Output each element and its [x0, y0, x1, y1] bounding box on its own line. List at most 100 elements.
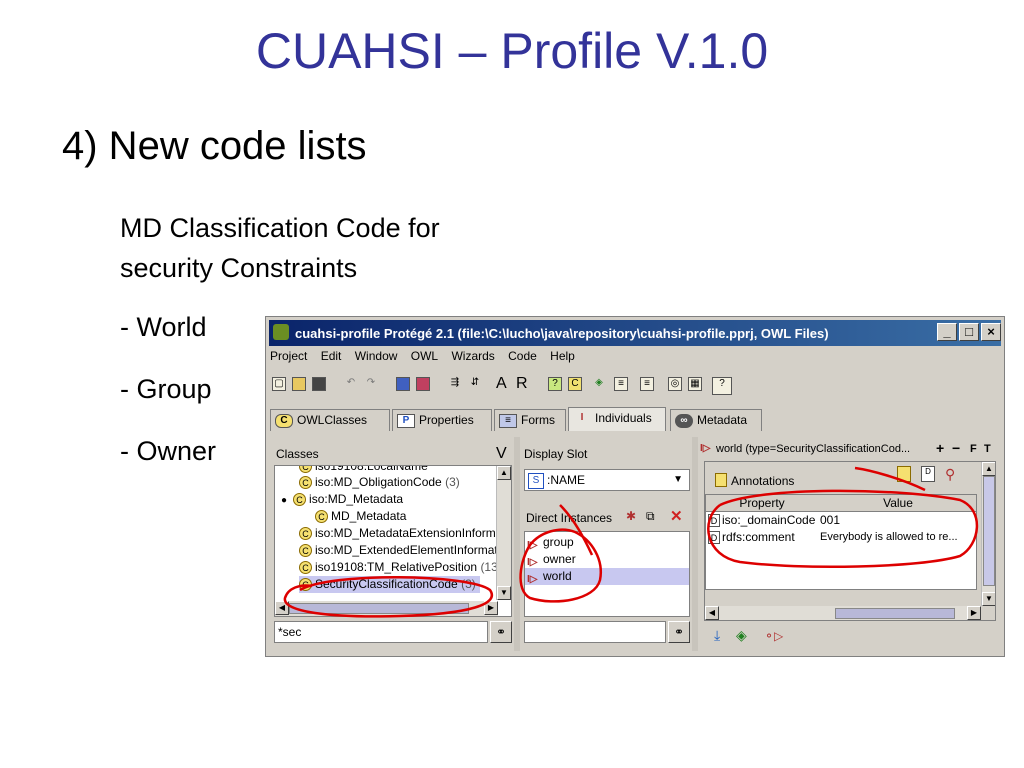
class-tree[interactable]: Ciso19108:LocalName Ciso:MD_ObligationCo…	[274, 465, 512, 617]
tab-owlclasses[interactable]: C OWLClasses	[270, 409, 390, 431]
instance-ref-icon[interactable]: ⚬▷	[764, 629, 783, 643]
create-instance-icon[interactable]: ✱	[626, 509, 636, 523]
scroll-down-icon[interactable]: ▼	[982, 592, 995, 606]
col-header-value[interactable]: Value	[818, 495, 976, 512]
add-annotation-icon[interactable]	[897, 466, 911, 482]
undo-icon[interactable]: ↶	[344, 377, 358, 391]
instance-owner[interactable]: I▷ owner	[527, 551, 689, 568]
instance-icon: I▷	[527, 557, 538, 569]
menu-owl[interactable]: OWL	[411, 349, 438, 363]
t-button[interactable]: T	[984, 443, 991, 455]
toolbar-a[interactable]: A	[496, 375, 507, 393]
chevron-down-icon[interactable]: ▼	[673, 470, 683, 490]
instance-search-button[interactable]: ⚭	[668, 621, 690, 643]
class-search-button[interactable]: ⚭	[490, 621, 512, 643]
annotation-value[interactable]: 001	[820, 512, 840, 529]
menu-edit[interactable]: Edit	[321, 349, 342, 363]
remove-type-button[interactable]: −	[952, 440, 960, 456]
prop-annotation-icon[interactable]: ⚲	[945, 466, 955, 483]
detail-hscroll[interactable]: ◀ ▶	[705, 606, 981, 620]
help-icon[interactable]: ?	[712, 377, 732, 395]
import-icon[interactable]: ⤓	[714, 627, 720, 644]
classes-vscroll[interactable]: ▲ ▼	[496, 466, 511, 600]
tab-forms[interactable]: ≡ Forms	[494, 409, 566, 431]
detail-header: world (type=SecurityClassificationCod...	[716, 443, 911, 455]
doc-annotation-icon[interactable]: D	[921, 466, 935, 482]
splitter-right[interactable]	[692, 437, 698, 651]
graph-icon[interactable]: ◎	[668, 377, 682, 391]
detail-vscroll[interactable]: ▲ ▼	[981, 462, 995, 606]
class-item-extension-info[interactable]: Ciso:MD_MetadataExtensionInformat	[299, 525, 506, 542]
tab-individuals[interactable]: I Individuals	[568, 407, 666, 431]
annotation-value[interactable]: Everybody is allowed to re...	[820, 529, 958, 546]
vscroll-thumb[interactable]	[983, 476, 995, 586]
delete-instance-icon[interactable]: ✕	[670, 507, 683, 525]
scroll-up-icon[interactable]: ▲	[982, 462, 995, 476]
class-item-extended-element[interactable]: Ciso:MD_ExtendedElementInformatic	[299, 542, 506, 559]
window-titlebar[interactable]: cuahsi-profile Protégé 2.1 (file:\C:\luc…	[269, 320, 1001, 346]
menu-code[interactable]: Code	[508, 349, 537, 363]
instance-icon: I▷	[527, 540, 538, 552]
display-slot-select[interactable]: S:NAME ▼	[524, 469, 690, 491]
copy-instance-icon[interactable]: ⧉	[646, 509, 655, 524]
classes-hscroll[interactable]: ◀ ▶	[275, 601, 498, 616]
forms-tab-icon: ≡	[499, 413, 517, 428]
classes-header-v[interactable]: V	[496, 445, 507, 463]
col-header-property[interactable]: Property	[706, 495, 819, 512]
direct-instances-label: Direct Instances	[526, 511, 613, 525]
scroll-right-icon[interactable]: ▶	[967, 606, 981, 620]
menu-wizards[interactable]: Wizards	[451, 349, 494, 363]
class-icon[interactable]: C	[568, 377, 582, 391]
scroll-left-icon[interactable]: ◀	[705, 606, 719, 620]
instances-list[interactable]: I▷ group I▷ owner I▷ world	[524, 531, 690, 617]
tab-properties[interactable]: P Properties	[392, 409, 492, 431]
toolbar-r[interactable]: R	[516, 375, 528, 393]
scroll-down-icon[interactable]: ▼	[497, 586, 511, 600]
hscroll-thumb[interactable]	[835, 608, 955, 619]
maximize-button[interactable]: □	[959, 323, 979, 341]
close-button[interactable]: ×	[981, 323, 1001, 341]
redo-icon[interactable]: ↷	[364, 377, 378, 391]
annotations-table[interactable]: Property Value Diso:_domainCode 001 Drdf…	[705, 494, 977, 590]
class-item-relativeposition[interactable]: Ciso19108:TM_RelativePosition (13)	[299, 559, 502, 576]
instance-group[interactable]: I▷ group	[527, 534, 689, 551]
copy-icon[interactable]	[396, 377, 410, 391]
menu-project[interactable]: Project	[270, 349, 307, 363]
annotations-icon	[715, 473, 727, 487]
class-search-input[interactable]: *sec	[274, 621, 488, 643]
scroll-left-icon[interactable]: ◀	[275, 601, 289, 615]
delete-icon[interactable]	[416, 377, 430, 391]
save-project-icon[interactable]	[312, 377, 326, 391]
add-type-button[interactable]: +	[936, 440, 944, 456]
tab-metadata[interactable]: ∞ Metadata	[670, 409, 762, 431]
menu-help[interactable]: Help	[550, 349, 575, 363]
splitter-left[interactable]	[514, 437, 520, 651]
text-icon[interactable]: ≡	[640, 377, 654, 391]
table-icon[interactable]: ▦	[688, 377, 702, 391]
annotation-row[interactable]: Drdfs:comment	[708, 529, 795, 546]
menu-window[interactable]: Window	[355, 349, 398, 363]
insert-icon[interactable]: ⇶	[448, 377, 462, 391]
instance-search-input[interactable]	[524, 621, 666, 643]
instance-world[interactable]: I▷ world	[525, 568, 689, 585]
query-icon[interactable]: ?	[548, 377, 562, 391]
scroll-right-icon[interactable]: ▶	[484, 601, 498, 615]
reasoner-icon[interactable]: ◈	[592, 377, 606, 391]
class-item-obligationcode[interactable]: Ciso:MD_ObligationCode (3)	[299, 474, 460, 491]
f-button[interactable]: F	[970, 443, 977, 455]
annotation-row[interactable]: Diso:_domainCode	[708, 512, 815, 529]
reasoner-icon[interactable]: ◈	[736, 627, 747, 644]
scroll-up-icon[interactable]: ▲	[497, 466, 511, 480]
expand-icon[interactable]: ●	[281, 495, 287, 506]
new-project-icon[interactable]: ▢	[272, 377, 286, 391]
doc-icon[interactable]: ≡	[614, 377, 628, 391]
class-item-md-metadata[interactable]: ● Ciso:MD_Metadata	[281, 491, 403, 508]
sort-icon[interactable]: ⇵	[468, 377, 482, 391]
class-item-securityclassificationcode[interactable]: C SecurityClassificationCode (3)	[299, 576, 480, 593]
open-project-icon[interactable]	[292, 377, 306, 391]
instance-icon: I▷	[700, 443, 711, 454]
hscroll-thumb[interactable]	[289, 603, 469, 614]
class-item-md-metadata-child[interactable]: C MD_Metadata	[315, 508, 406, 525]
class-icon: C	[315, 510, 328, 524]
minimize-button[interactable]: _	[937, 323, 957, 341]
